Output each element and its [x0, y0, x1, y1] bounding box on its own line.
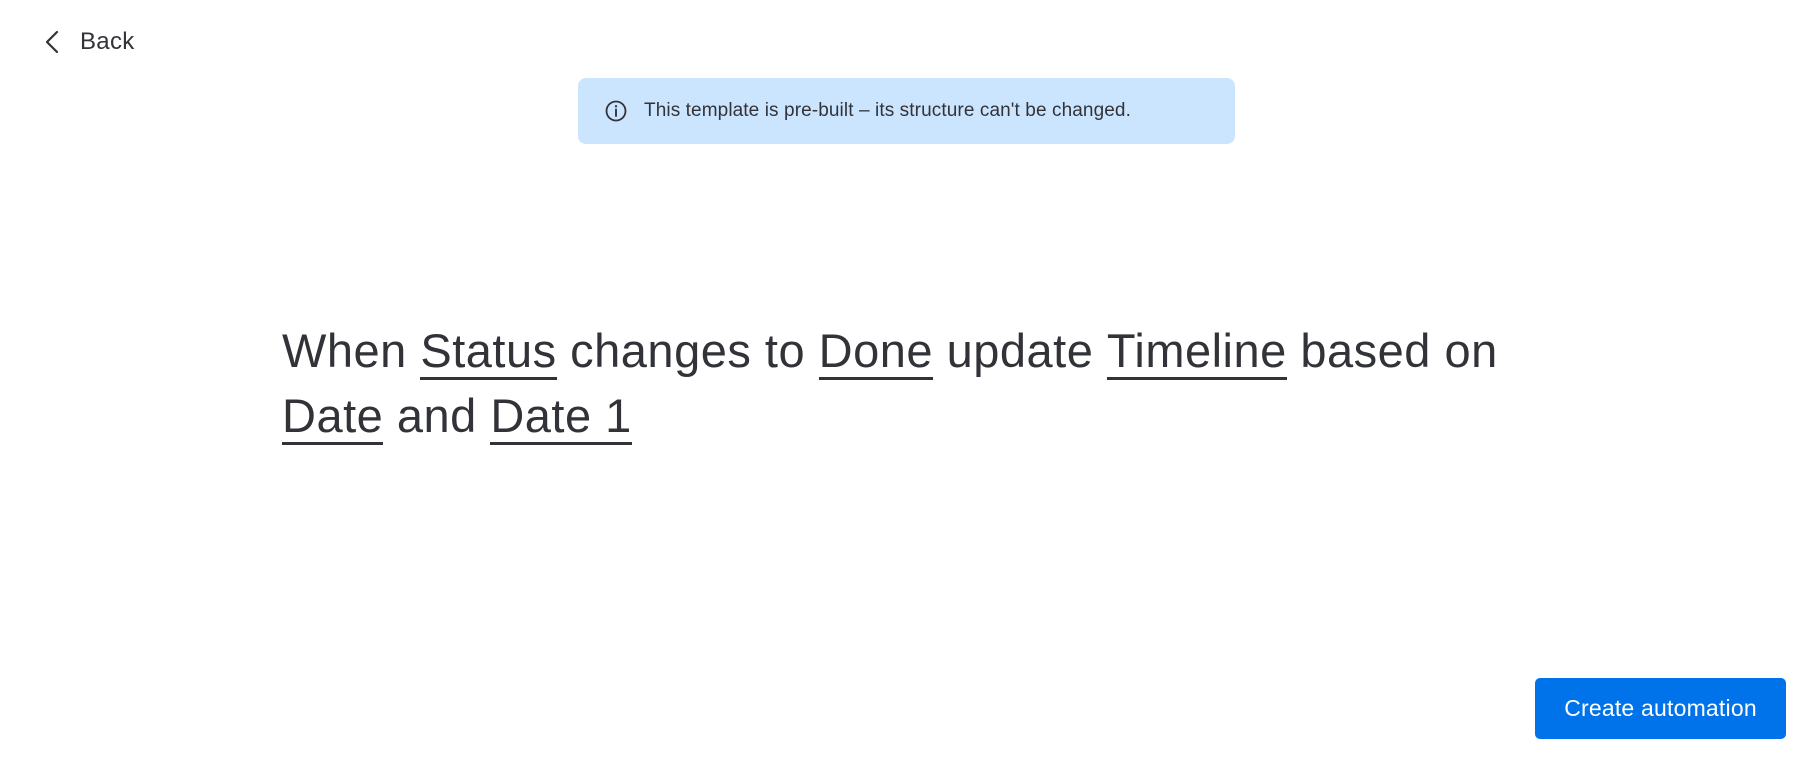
- prebuilt-template-notice: This template is pre-built – its structu…: [578, 78, 1235, 144]
- done-value-token[interactable]: Done: [818, 325, 934, 380]
- date1-column-token[interactable]: Date 1: [490, 390, 632, 445]
- automation-recipe-sentence: When Status changes to Done update Timel…: [282, 318, 1532, 448]
- create-automation-button[interactable]: Create automation: [1535, 678, 1786, 739]
- back-button[interactable]: Back: [40, 22, 135, 62]
- timeline-column-token[interactable]: Timeline: [1106, 325, 1287, 380]
- automation-template-page: Back This template is pre-built – its st…: [0, 0, 1813, 772]
- recipe-text-when: When: [282, 324, 421, 377]
- recipe-text-changes-to: changes to: [556, 324, 819, 377]
- back-label: Back: [80, 28, 135, 55]
- recipe-text-and: and: [383, 389, 491, 442]
- date-column-token[interactable]: Date: [282, 390, 384, 445]
- chevron-left-icon: [40, 29, 66, 55]
- recipe-text-based-on: based on: [1286, 324, 1498, 377]
- status-column-token[interactable]: Status: [420, 325, 557, 380]
- notice-text: This template is pre-built – its structu…: [644, 100, 1131, 121]
- info-icon: [604, 99, 628, 123]
- recipe-text-update: update: [933, 324, 1107, 377]
